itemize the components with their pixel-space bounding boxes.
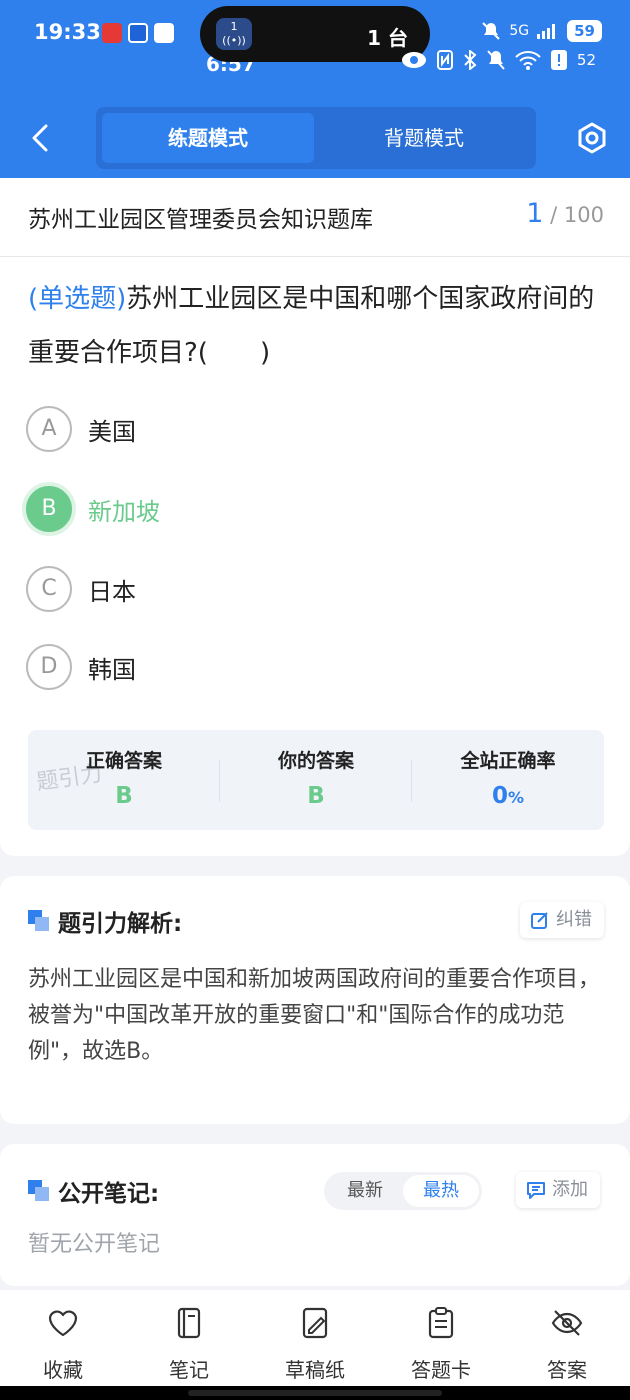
favorite-button[interactable]: 收藏 <box>0 1306 126 1383</box>
edit-icon <box>531 912 548 929</box>
status-secondary-icons: 52 <box>401 50 596 70</box>
bar-item-label: 草稿纸 <box>285 1358 345 1382</box>
option-letter: A <box>26 406 72 452</box>
heart-icon <box>48 1310 78 1337</box>
answer-card-icon <box>428 1307 454 1339</box>
option-text: 日本 <box>88 578 136 606</box>
question-stem: (单选题)苏州工业园区是中国和哪个国家政府间的重要合作项目?( ) <box>28 272 608 380</box>
wifi-icon <box>515 51 541 70</box>
notes-title: 公开笔记: <box>58 1181 160 1207</box>
bottom-toolbar: 收藏 笔记 草稿纸 答题卡 答案 <box>0 1290 630 1400</box>
option-text: 韩国 <box>88 656 136 684</box>
option-text: 美国 <box>88 418 136 446</box>
add-note-label: 添加 <box>552 1179 588 1200</box>
shield-notification-icon <box>128 23 148 43</box>
answer-card-button[interactable]: 答题卡 <box>378 1306 504 1383</box>
app-notification-icon <box>102 23 122 43</box>
report-error-button[interactable]: 纠错 <box>520 902 604 938</box>
rate-number: 0 <box>491 783 508 809</box>
analysis-title: 题引力解析: <box>58 911 183 937</box>
draft-paper-button[interactable]: 草稿纸 <box>252 1306 378 1383</box>
battery-secondary: 52 <box>576 51 596 69</box>
option-d[interactable]: D 韩国 <box>26 642 586 692</box>
header-bar: 19:33 6:57 5G 59 1 ((•)) 1 台 52 练题模式 背题模… <box>0 0 630 178</box>
signal-icon <box>537 24 556 39</box>
add-note-button[interactable]: 添加 <box>516 1172 600 1208</box>
show-answer-button[interactable]: 答案 <box>504 1306 630 1383</box>
option-b[interactable]: B 新加坡 <box>26 484 586 534</box>
bell-off-icon <box>487 50 505 70</box>
stat-correct-answer: 正确答案 B <box>28 746 220 809</box>
divider <box>0 256 630 257</box>
sort-hot[interactable]: 最热 <box>403 1175 479 1207</box>
network-label: 5G <box>509 23 530 39</box>
mode-switcher: 练题模式 背题模式 <box>96 107 536 169</box>
notification-icons <box>102 23 174 43</box>
nfc-icon: 1 ((•)) <box>216 18 252 50</box>
bar-item-label: 答案 <box>547 1358 587 1382</box>
bluetooth-icon <box>464 50 477 70</box>
public-notes-card: 公开笔记: 最新 最热 添加 暂无公开笔记 <box>0 1144 630 1286</box>
option-text: 新加坡 <box>88 498 160 526</box>
island-text: 1 台 <box>367 26 408 50</box>
settings-hexagon-icon[interactable] <box>576 122 608 154</box>
rate-unit: % <box>507 788 525 807</box>
option-letter: D <box>26 644 72 690</box>
status-right-icons: 5G 59 <box>481 20 602 42</box>
nfc-status-icon <box>436 50 453 70</box>
stat-label: 你的答案 <box>277 750 354 772</box>
question-counter: 1 / 100 <box>526 198 604 229</box>
stat-accuracy-rate: 全站正确率 0% <box>412 746 604 809</box>
question-bank-title: 苏州工业园区管理委员会知识题库 <box>28 207 373 233</box>
draft-paper-icon <box>302 1307 328 1339</box>
status-time: 19:33 <box>34 20 101 44</box>
total-questions: / 100 <box>550 203 604 227</box>
tab-practice-mode[interactable]: 练题模式 <box>102 113 314 163</box>
stat-your-answer: 你的答案 B <box>220 746 412 809</box>
bar-item-label: 笔记 <box>169 1358 209 1382</box>
dynamic-island[interactable]: 1 ((•)) 1 台 <box>200 6 430 62</box>
current-question-number: 1 <box>526 198 544 229</box>
section-squares-icon <box>28 910 50 932</box>
answer-stats-panel: 题引力 正确答案 B 你的答案 B 全站正确率 0% <box>28 730 604 830</box>
notes-sort-toggle: 最新 最热 <box>324 1172 482 1210</box>
mute-icon <box>482 22 501 40</box>
battery-primary: 59 <box>567 20 602 42</box>
bar-item-label: 收藏 <box>43 1358 83 1382</box>
report-error-label: 纠错 <box>556 909 592 930</box>
status-bar: 19:33 6:57 5G 59 1 ((•)) 1 台 52 <box>0 0 630 76</box>
home-indicator[interactable] <box>188 1390 442 1396</box>
option-letter: C <box>26 566 72 612</box>
back-arrow-icon[interactable] <box>26 120 54 156</box>
empty-notes-text: 暂无公开笔记 <box>28 1232 161 1257</box>
option-letter: B <box>26 486 72 532</box>
stat-label: 全站正确率 <box>460 750 556 772</box>
comment-icon <box>527 1182 545 1199</box>
sort-latest[interactable]: 最新 <box>327 1175 403 1207</box>
analysis-text: 苏州工业园区是中国和新加坡两国政府间的重要合作项目，被誉为"中国改革开放的重要窗… <box>28 967 601 1064</box>
warning-notification-icon <box>154 23 174 43</box>
question-type: (单选题) <box>28 284 127 314</box>
stat-value: B <box>115 783 133 809</box>
option-a[interactable]: A 美国 <box>26 404 586 454</box>
tab-memorize-mode[interactable]: 背题模式 <box>318 113 530 163</box>
notes-button[interactable]: 笔记 <box>126 1306 252 1383</box>
stat-value: 0% <box>412 783 604 809</box>
alert-icon <box>550 50 567 70</box>
notebook-icon <box>177 1307 201 1339</box>
eye-status-icon <box>401 52 426 68</box>
section-squares-icon <box>28 1180 50 1202</box>
stat-label: 正确答案 <box>85 750 162 772</box>
question-card: 苏州工业园区管理委员会知识题库 1 / 100 (单选题)苏州工业园区是中国和哪… <box>0 178 630 856</box>
option-c[interactable]: C 日本 <box>26 564 586 614</box>
stat-value: B <box>307 783 325 809</box>
bar-item-label: 答题卡 <box>411 1358 471 1382</box>
analysis-card: 题引力解析: 纠错 苏州工业园区是中国和新加坡两国政府间的重要合作项目，被誉为"… <box>0 876 630 1124</box>
eye-off-icon <box>551 1310 583 1336</box>
